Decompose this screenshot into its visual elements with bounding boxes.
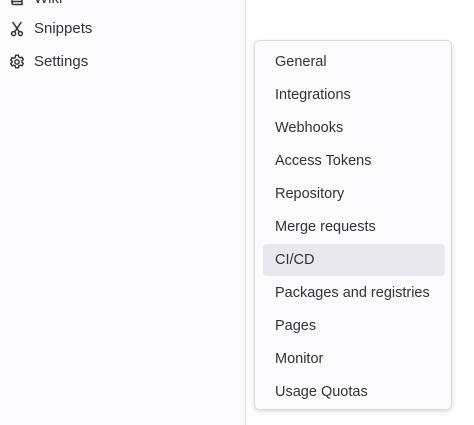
menu-item-label: Monitor [275,351,324,367]
menu-item-label: Access Tokens [275,153,372,169]
sidebar-item-snippets[interactable]: Snippets [0,13,245,45]
menu-item-repository[interactable]: Repository [263,178,445,210]
book-icon [9,0,25,7]
menu-item-general[interactable]: General [263,46,445,78]
menu-item-merge-requests[interactable]: Merge requests [263,211,445,243]
menu-item-label: Integrations [275,87,351,103]
menu-item-label: Repository [275,186,345,202]
sidebar-item-label: Snippets [34,20,93,37]
menu-item-label: Webhooks [275,120,344,136]
sidebar-item-label: Settings [34,53,89,70]
menu-item-label: Merge requests [275,219,376,235]
sidebar-item-label: Wiki [34,0,62,8]
settings-flyout-menu: General Integrations Webhooks Access Tok… [254,40,452,410]
menu-item-ci-cd[interactable]: CI/CD [263,244,445,276]
gear-icon [9,54,25,70]
menu-item-pages[interactable]: Pages [263,310,445,342]
menu-item-label: Usage Quotas [275,384,368,400]
sidebar: Wiki Snippets Settings [0,0,246,425]
menu-item-label: Pages [275,318,317,334]
menu-item-packages-and-registries[interactable]: Packages and registries [263,277,445,309]
menu-item-integrations[interactable]: Integrations [263,79,445,111]
sidebar-item-settings[interactable]: Settings [0,46,245,78]
menu-item-label: Packages and registries [275,285,430,301]
menu-item-webhooks[interactable]: Webhooks [263,112,445,144]
menu-item-access-tokens[interactable]: Access Tokens [263,145,445,177]
scissors-icon [9,21,25,37]
menu-item-usage-quotas[interactable]: Usage Quotas [263,376,445,408]
menu-item-label: General [275,54,327,70]
menu-item-monitor[interactable]: Monitor [263,343,445,375]
menu-item-label: CI/CD [275,252,315,268]
